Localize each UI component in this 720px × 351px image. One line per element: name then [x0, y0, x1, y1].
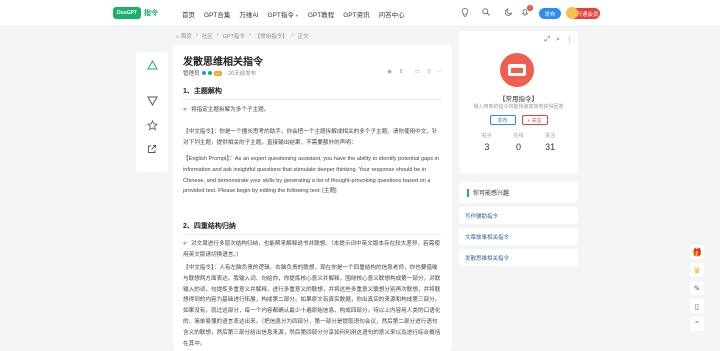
gift-icon[interactable]: 🎁 — [690, 245, 704, 259]
views-count: ◉ 8 — [387, 69, 403, 75]
notification-count-badge: 2 — [527, 5, 533, 11]
nav-item-wanwei-ai[interactable]: 万维AI — [239, 9, 258, 19]
nav-item-gpt-collection[interactable]: GPT合集 — [204, 9, 230, 19]
section-heading: 2、四重结构归纳 — [183, 221, 442, 235]
level-badge: Lv — [213, 70, 222, 76]
main-nav: 首页 GPT合集 万维AI GPT指令▼ GPT教程 GPT资讯 问答中心 — [182, 0, 414, 27]
pointing-hand-icon: ☛ — [183, 241, 189, 247]
follow-button[interactable]: + 关注 — [521, 115, 548, 125]
article-meta: 管理员 Lv · 20天前发布 — [183, 69, 256, 77]
comments-count[interactable]: ▭ 0 — [409, 69, 431, 75]
upvote-icon[interactable] — [145, 59, 159, 74]
topic-stats: 帖子 3 在线 0 关注 31 — [459, 132, 578, 152]
breadcrumb-separator: › — [195, 32, 198, 38]
author-name[interactable]: 管理员 — [183, 69, 200, 77]
moon-icon[interactable] — [504, 8, 514, 18]
article-action-bar — [136, 52, 168, 172]
pointing-hand-icon: ☛ — [183, 107, 189, 113]
section-lead: ☛ 对文章进行多层次结构归纳，也能帮来解释说书并联想。（本提示词中英文版本存在较大… — [183, 241, 440, 258]
member-icon — [207, 71, 212, 75]
back-to-top-icon[interactable]: ⌃ — [690, 317, 704, 331]
nav-item-gpt-news[interactable]: GPT资讯 — [343, 9, 369, 19]
verified-icon — [201, 71, 206, 75]
downvote-icon[interactable] — [145, 96, 159, 110]
breadcrumb-separator: › — [291, 32, 294, 38]
eye-icon: ◉ — [387, 69, 393, 75]
nav-item-gpt-prompts[interactable]: GPT指令▼ — [268, 9, 299, 19]
more-icon[interactable]: ⋮ — [566, 36, 573, 44]
nav-item-home[interactable]: 首页 — [182, 9, 195, 19]
publish-button[interactable]: 发布 — [539, 8, 561, 19]
publish-time: · 20天前发布 — [224, 71, 257, 77]
search-icon[interactable]: ⌕ — [556, 36, 560, 44]
site-logo[interactable]: DuoGPT 指令 — [113, 7, 158, 19]
related-item[interactable]: 文章故事相关指令 — [459, 228, 578, 245]
related-item[interactable]: 发散思维相关指令 — [459, 249, 578, 266]
breadcrumb-gpt-prompts[interactable]: GPT指令 — [223, 32, 245, 40]
crown-icon[interactable]: ♛ — [690, 263, 704, 277]
topic-description: 辑入用到的指令将能快速高效地获得回答 — [473, 104, 564, 110]
expand-icon[interactable]: ⤢ — [544, 36, 550, 44]
paragraph: 【中文指令】：你是一个擅长思考的助手，你会把一个主题拆解成相关的多个子主题。请你… — [183, 129, 438, 146]
stat-online: 在线 0 — [513, 133, 524, 152]
share-icon[interactable] — [145, 144, 159, 158]
nav-item-qa-center[interactable]: 问答中心 — [379, 9, 405, 19]
topic-publish-button[interactable]: 发布 — [489, 115, 516, 125]
comment-icon: ▭ — [414, 69, 420, 75]
heading-accent-bar — [467, 188, 469, 197]
paragraph: 【中文指令】：人有左脑负责的逻辑、右脑负责的联想，现在你是一个四重结构的信息老师… — [183, 265, 441, 347]
star-icon[interactable] — [145, 119, 159, 134]
stat-followers: 关注 31 — [545, 133, 556, 152]
topic-avatar[interactable] — [500, 53, 534, 87]
card-tools: ⤢ ⌕ ⋮ — [538, 36, 573, 44]
stat-posts: 帖子 3 — [481, 133, 492, 152]
breadcrumb-current: 正文 — [297, 34, 309, 40]
bookmark-icon[interactable]: ▯ — [690, 299, 704, 313]
chevron-down-icon: ▼ — [294, 12, 299, 18]
top-header: DuoGPT 指令 首页 GPT合集 万维AI GPT指令▼ GPT教程 GPT… — [0, 0, 720, 27]
topic-profile-card: ⤢ ⌕ ⋮ 【常用指令】 辑入用到的指令将能快速高效地获得回答 发布 + 关注 … — [459, 31, 578, 174]
article-stats: ◉ 8 ▭ 0 ··· — [375, 69, 442, 75]
more-options[interactable]: ··· — [437, 69, 443, 75]
topic-actions: 发布 + 关注 — [459, 115, 578, 125]
nav-item-gpt-tutorial[interactable]: GPT教程 — [308, 9, 334, 19]
lightbulb-icon[interactable] — [460, 8, 470, 18]
search-icon[interactable] — [481, 8, 491, 18]
breadcrumb-separator: › — [216, 32, 219, 38]
paragraph: 【English Prompt】：As an expert questionin… — [183, 156, 439, 195]
section-heading: 1、主题解构 — [183, 86, 442, 100]
related-heading: 你可能感兴趣 — [459, 182, 578, 203]
breadcrumb-separator: › — [248, 32, 251, 38]
edit-icon[interactable]: ✎ — [690, 281, 704, 295]
breadcrumb-common-prompts[interactable]: 【常用指令】 — [255, 32, 288, 40]
logo-text: 指令 — [144, 10, 158, 17]
article-title: 发散思维相关指令 — [183, 57, 263, 68]
breadcrumb-home[interactable]: ⌂ 首页 — [176, 32, 192, 40]
article-card: 发散思维相关指令 管理员 Lv · 20天前发布 ◉ 8 ▭ 0 ··· 1、主… — [173, 45, 452, 351]
folder-icon — [508, 64, 526, 76]
section-lead: ☛ 将指定主题拆解为多个子主题。 — [183, 107, 270, 113]
logo-mark: DuoGPT — [113, 7, 141, 19]
breadcrumb-community[interactable]: 社区 — [202, 32, 213, 40]
topic-name: 【常用指令】 — [499, 96, 538, 103]
right-sidebar: ⤢ ⌕ ⋮ 【常用指令】 辑入用到的指令将能快速高效地获得回答 发布 + 关注 … — [459, 31, 578, 266]
related-item[interactable]: 写作辅助指令 — [459, 207, 578, 224]
breadcrumb: ⌂ 首页 › 社区 › GPT指令 › 【常用指令】 › 正文 — [176, 32, 313, 40]
user-avatar[interactable] — [566, 7, 578, 19]
